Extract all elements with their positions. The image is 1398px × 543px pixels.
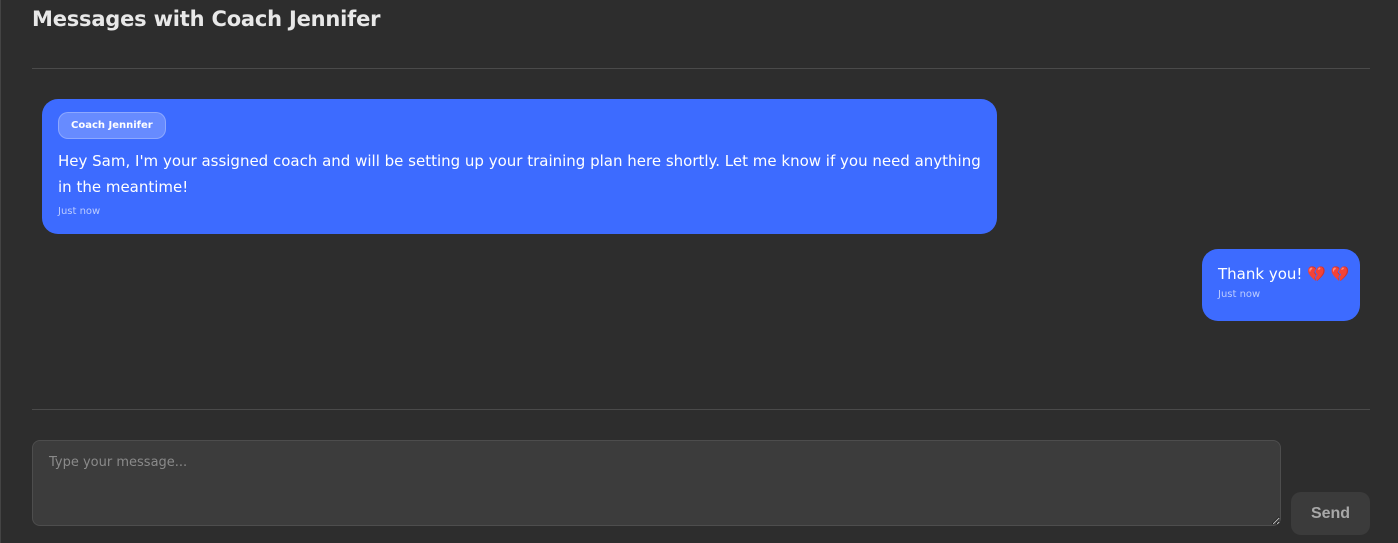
header-divider <box>32 68 1370 69</box>
page-title: Messages with Coach Jennifer <box>32 7 381 31</box>
messages-page: Messages with Coach Jennifer Coach Jenni… <box>0 0 1398 543</box>
message-text: Hey Sam, I'm your assigned coach and wil… <box>58 152 981 196</box>
message-bubble-user: Thank you! 💔 💔 Just now <box>1202 249 1360 321</box>
sender-badge: Coach Jennifer <box>58 112 166 139</box>
broken-heart-icon: 💔 💔 <box>1307 265 1350 283</box>
message-text: Thank you! <box>1218 265 1303 283</box>
composer-divider <box>32 409 1370 410</box>
message-bubble-coach: Coach Jennifer Hey Sam, I'm your assigne… <box>42 99 997 234</box>
message-text-user: Thank you! 💔 💔 <box>1218 263 1349 285</box>
message-timestamp: Just now <box>58 206 101 217</box>
message-timestamp: Just now <box>1218 289 1261 300</box>
message-input[interactable] <box>32 440 1281 526</box>
send-button[interactable]: Send <box>1291 492 1370 535</box>
